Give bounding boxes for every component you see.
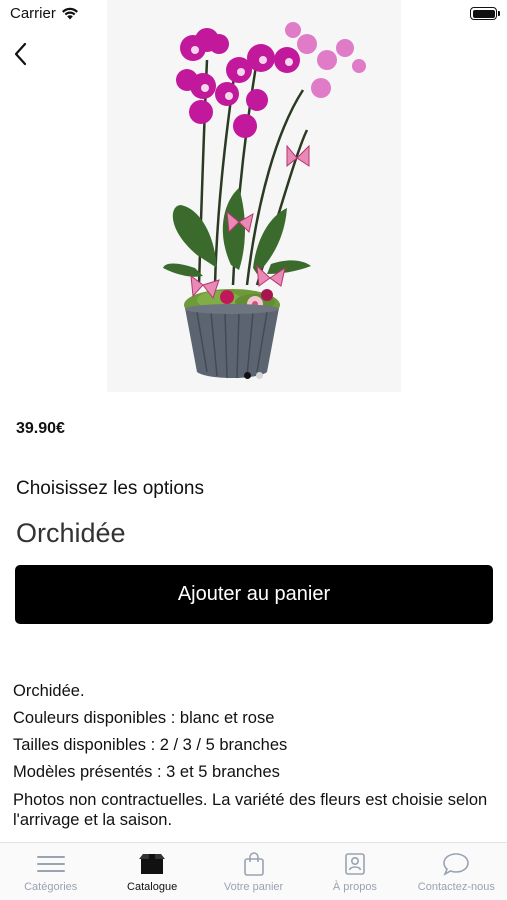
chat-bubble-icon [442, 852, 470, 876]
tab-cart[interactable]: Votre panier [203, 843, 304, 900]
tab-label: Votre panier [223, 881, 284, 893]
contact-card-icon [344, 852, 366, 876]
tab-categories[interactable]: Catégories [0, 843, 101, 900]
product-name: Orchidée [16, 518, 126, 548]
back-button[interactable] [6, 36, 36, 72]
orchid-photo [107, 0, 401, 392]
tab-bar: Catégories Catalogue Votre panier À prop… [0, 842, 507, 900]
description-line: Photos non contractuelles. La variété de… [13, 791, 488, 829]
product-description: Orchidée. Couleurs disponibles : blanc e… [13, 678, 493, 830]
box-icon [138, 852, 166, 876]
description-line: Couleurs disponibles : blanc et rose [13, 709, 275, 727]
tab-label: Catalogue [127, 881, 178, 893]
tab-about[interactable]: À propos [304, 843, 405, 900]
chevron-left-icon [14, 42, 27, 66]
tab-label: Contactez-nous [417, 881, 495, 893]
image-page-indicator[interactable] [0, 372, 507, 379]
battery-icon [470, 7, 500, 20]
page-dot-1[interactable] [244, 372, 251, 379]
tab-contact[interactable]: Contactez-nous [406, 843, 507, 900]
description-line: Orchidée. [13, 682, 85, 700]
tab-catalogue[interactable]: Catalogue [101, 843, 202, 900]
tab-label: Catégories [24, 881, 78, 893]
product-image[interactable] [107, 0, 401, 392]
description-line: Modèles présentés : 3 et 5 branches [13, 763, 280, 781]
menu-lines-icon [36, 852, 66, 876]
add-to-cart-button[interactable]: Ajouter au panier [15, 565, 493, 624]
page-dot-2[interactable] [256, 372, 263, 379]
shopping-bag-icon [243, 852, 265, 876]
tab-label: À propos [332, 881, 377, 893]
options-title: Choisissez les options [16, 478, 204, 499]
description-line: Tailles disponibles : 2 / 3 / 5 branches [13, 736, 288, 754]
product-price: 39.90€ [16, 420, 65, 437]
